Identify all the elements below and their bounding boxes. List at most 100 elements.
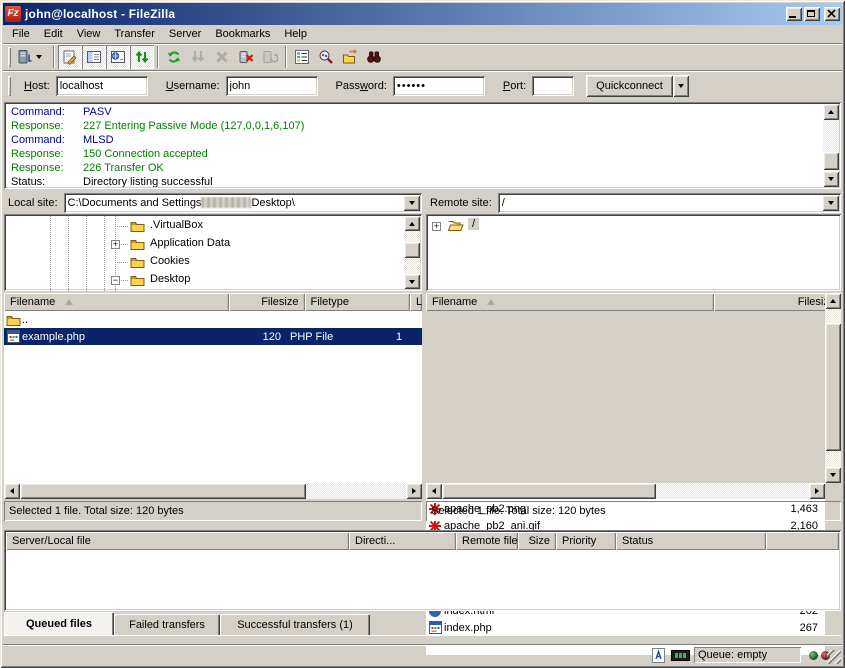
column-header-direction[interactable]: Directi...	[349, 532, 456, 550]
scroll-right-button[interactable]	[406, 483, 422, 499]
minimize-button[interactable]	[786, 7, 802, 21]
port-input[interactable]	[532, 76, 574, 96]
compare-icon	[318, 49, 334, 65]
scroll-up-button[interactable]	[825, 293, 841, 309]
file-row-selected[interactable]: example.php 120 PHP File 1	[4, 328, 422, 345]
column-header-remote-file[interactable]: Remote file	[456, 532, 518, 550]
tab-failed-transfers[interactable]: Failed transfers	[114, 614, 220, 635]
log-scrollbar[interactable]	[823, 104, 839, 187]
collapse-minus-icon[interactable]: −	[111, 276, 120, 285]
column-header-filename[interactable]: Filename	[426, 293, 714, 311]
filter-button[interactable]	[290, 45, 314, 69]
column-header-filesize[interactable]: Filesize	[229, 293, 305, 311]
quickconnect-dropdown[interactable]	[673, 75, 689, 97]
toggle-remote-tree-button[interactable]	[106, 45, 130, 69]
quickconnect-button[interactable]: Quickconnect	[586, 75, 673, 97]
site-manager-button[interactable]	[14, 45, 50, 69]
tree-line	[104, 214, 105, 291]
column-header-filetype[interactable]: Filetype	[305, 293, 411, 311]
maximize-button[interactable]	[804, 7, 820, 21]
column-header-size[interactable]: Size	[518, 532, 556, 550]
scroll-down-button[interactable]	[823, 171, 839, 187]
scrollbar-thumb[interactable]	[442, 483, 656, 499]
remote-site-bar: Remote site: /	[426, 193, 841, 213]
expand-plus-icon[interactable]: +	[111, 240, 120, 249]
file-row[interactable]: index.php 267	[426, 619, 825, 636]
tree-line	[50, 214, 51, 291]
toolbar-separator	[285, 46, 287, 68]
local-list-hscrollbar[interactable]	[4, 483, 422, 499]
local-site-dropdown[interactable]	[403, 195, 420, 211]
column-header-lastmodified[interactable]: L	[410, 293, 422, 311]
scrollbar-thumb[interactable]	[825, 323, 841, 451]
toggle-local-tree-button[interactable]	[82, 45, 106, 69]
php-file-icon	[426, 621, 444, 634]
reconnect-button[interactable]	[258, 45, 282, 69]
log-line: Response:227 Entering Passive Mode (127,…	[6, 119, 823, 133]
arrow-down-icon	[409, 280, 415, 284]
folder-icon	[130, 219, 145, 232]
scroll-left-button[interactable]	[4, 483, 20, 499]
remote-list-hscrollbar[interactable]	[426, 483, 825, 499]
toolbar-grip[interactable]	[8, 47, 11, 67]
tab-successful-transfers[interactable]: Successful transfers (1)	[220, 614, 370, 635]
arrow-down-icon	[828, 177, 834, 181]
open-folder-icon	[447, 218, 464, 232]
title-bar[interactable]: Fz john@localhost - FileZilla	[3, 3, 842, 25]
menu-transfer[interactable]: Transfer	[107, 26, 162, 42]
column-header-server-local-file[interactable]: Server/Local file	[6, 532, 349, 550]
arrow-left-icon	[10, 488, 14, 494]
chevron-down-icon	[828, 201, 834, 205]
expand-plus-icon[interactable]: +	[432, 222, 441, 231]
menu-help[interactable]: Help	[277, 26, 314, 42]
refresh-button[interactable]	[162, 45, 186, 69]
resize-grip[interactable]	[827, 650, 841, 664]
local-tree-scrollbar[interactable]	[404, 216, 420, 289]
log-line: Command:PASV	[6, 105, 823, 119]
scrollbar-thumb[interactable]	[823, 152, 839, 170]
directory-comparison-button[interactable]	[314, 45, 338, 69]
scroll-up-button[interactable]	[823, 104, 839, 120]
disconnect-button[interactable]	[234, 45, 258, 69]
toggle-queue-button[interactable]	[130, 45, 154, 69]
menu-bookmarks[interactable]: Bookmarks	[208, 26, 277, 42]
remote-site-dropdown[interactable]	[822, 195, 839, 211]
synchronized-browsing-button[interactable]	[338, 45, 362, 69]
scroll-down-button[interactable]	[825, 467, 841, 483]
cancel-operation-button[interactable]	[210, 45, 234, 69]
find-files-button[interactable]	[362, 45, 386, 69]
local-treeview-icon	[86, 49, 102, 65]
local-site-combo[interactable]: C:\Documents and SettingsDesktop\	[64, 193, 422, 213]
column-header-filesize[interactable]: Filesize	[714, 293, 841, 311]
log-line: Command:MLSD	[6, 133, 823, 147]
remote-list-vscrollbar[interactable]	[825, 293, 841, 483]
menu-edit[interactable]: Edit	[37, 26, 70, 42]
scrollbar-thumb[interactable]	[404, 242, 420, 258]
toggle-message-log-button[interactable]	[58, 45, 82, 69]
scrollbar-thumb[interactable]	[20, 483, 306, 499]
sort-ascending-icon	[487, 299, 495, 305]
column-header-priority[interactable]: Priority	[556, 532, 616, 550]
column-header-status[interactable]: Status	[616, 532, 766, 550]
maximize-icon	[807, 10, 815, 17]
scroll-down-button[interactable]	[404, 274, 420, 289]
tab-queued-files[interactable]: Queued files	[4, 612, 114, 635]
window-title: john@localhost - FileZilla	[25, 7, 175, 21]
process-queue-button[interactable]	[186, 45, 210, 69]
port-label: Port:	[503, 80, 526, 92]
menu-server[interactable]: Server	[162, 26, 208, 42]
menu-view[interactable]: View	[70, 26, 108, 42]
scroll-left-button[interactable]	[426, 483, 442, 499]
site-manager-dropdown[interactable]	[33, 46, 44, 68]
username-input[interactable]	[226, 76, 318, 96]
password-input[interactable]	[393, 76, 485, 96]
menu-file[interactable]: File	[5, 26, 37, 42]
scroll-up-button[interactable]	[404, 216, 420, 231]
scroll-right-button[interactable]	[809, 483, 825, 499]
remote-site-combo[interactable]: /	[498, 193, 841, 213]
column-header-filename[interactable]: Filename	[4, 293, 229, 311]
host-input[interactable]	[56, 76, 148, 96]
close-button[interactable]	[824, 7, 840, 21]
quickconnect-grip[interactable]	[8, 76, 11, 96]
file-row-parent[interactable]: ..	[4, 311, 422, 328]
